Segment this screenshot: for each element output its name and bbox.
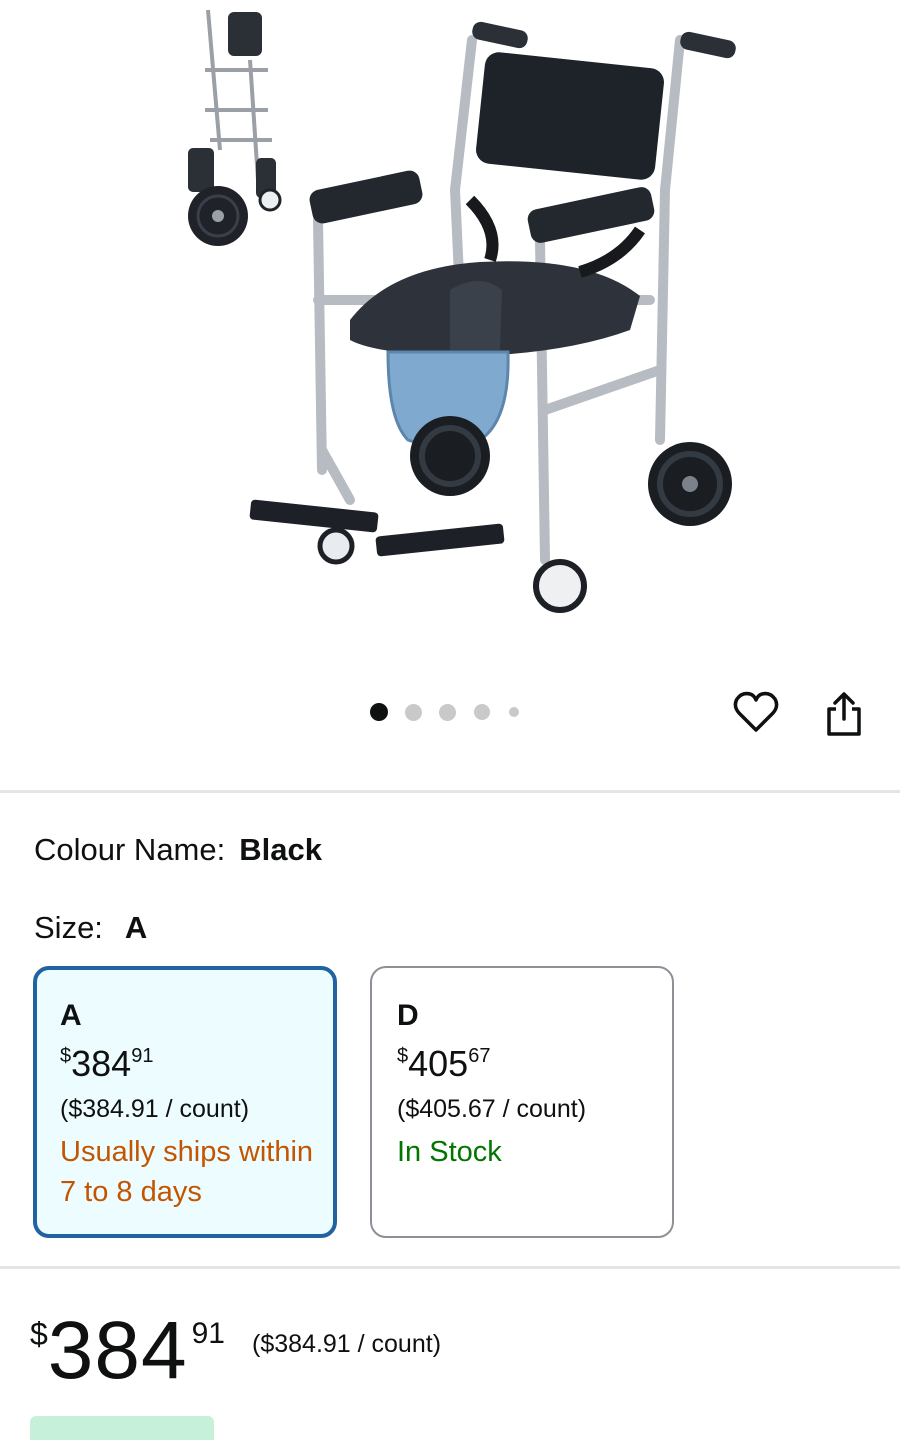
price-whole: 384	[71, 1043, 132, 1084]
size-option-name: D	[397, 999, 419, 1032]
share-icon	[827, 692, 861, 736]
carousel-dot[interactable]	[474, 704, 490, 720]
product-gallery[interactable]	[0, 0, 900, 790]
carousel-dots[interactable]	[370, 703, 519, 721]
size-value: A	[124, 910, 148, 945]
savings-badge	[30, 1416, 214, 1440]
size-option-a[interactable]: A $384 91 ($384.91 / count) Usually ships…	[33, 966, 337, 1238]
price-symbol: $	[397, 1045, 409, 1067]
heart-icon	[733, 691, 779, 732]
price-symbol: $	[60, 1045, 72, 1067]
colour-value: Black	[239, 832, 322, 867]
folded-chair-inset	[188, 9, 276, 198]
favorite-button[interactable]	[730, 686, 782, 738]
size-option-price: $405 67	[397, 1042, 672, 1086]
size-option-unit-price: ($405.67 / count)	[397, 1095, 587, 1123]
price-fraction: 91	[131, 1045, 154, 1067]
colour-name-row: Colour Name: Black	[34, 832, 322, 868]
colour-label: Colour Name:	[34, 832, 226, 867]
product-image[interactable]	[150, 0, 770, 640]
section-divider	[0, 790, 900, 793]
size-option-d[interactable]: D $405 67 ($405.67 / count) In Stock	[370, 966, 674, 1238]
price-whole: 384	[47, 1305, 188, 1396]
size-row: Size: A	[34, 910, 147, 946]
main-price: $384 91	[30, 1306, 225, 1396]
carousel-dot[interactable]	[439, 703, 456, 721]
size-option-price: $384 91	[60, 1042, 333, 1086]
size-option-unit-price: ($384.91 / count)	[60, 1095, 250, 1123]
carousel-dot[interactable]	[370, 703, 388, 721]
size-option-availability: Usually ships within 7 to 8 days	[60, 1136, 314, 1208]
size-option-name: A	[60, 999, 82, 1032]
price-symbol: $	[30, 1316, 48, 1352]
share-button[interactable]	[818, 688, 870, 740]
price-fraction: 67	[468, 1045, 491, 1067]
size-label: Size:	[34, 910, 103, 945]
carousel-dot[interactable]	[509, 707, 519, 717]
carousel-dot[interactable]	[405, 703, 422, 721]
size-option-availability: In Stock	[397, 1136, 502, 1168]
main-unit-price: ($384.91 / count)	[252, 1330, 442, 1358]
price-fraction: 91	[191, 1317, 225, 1350]
section-divider	[0, 1266, 900, 1269]
price-whole: 405	[408, 1043, 469, 1084]
